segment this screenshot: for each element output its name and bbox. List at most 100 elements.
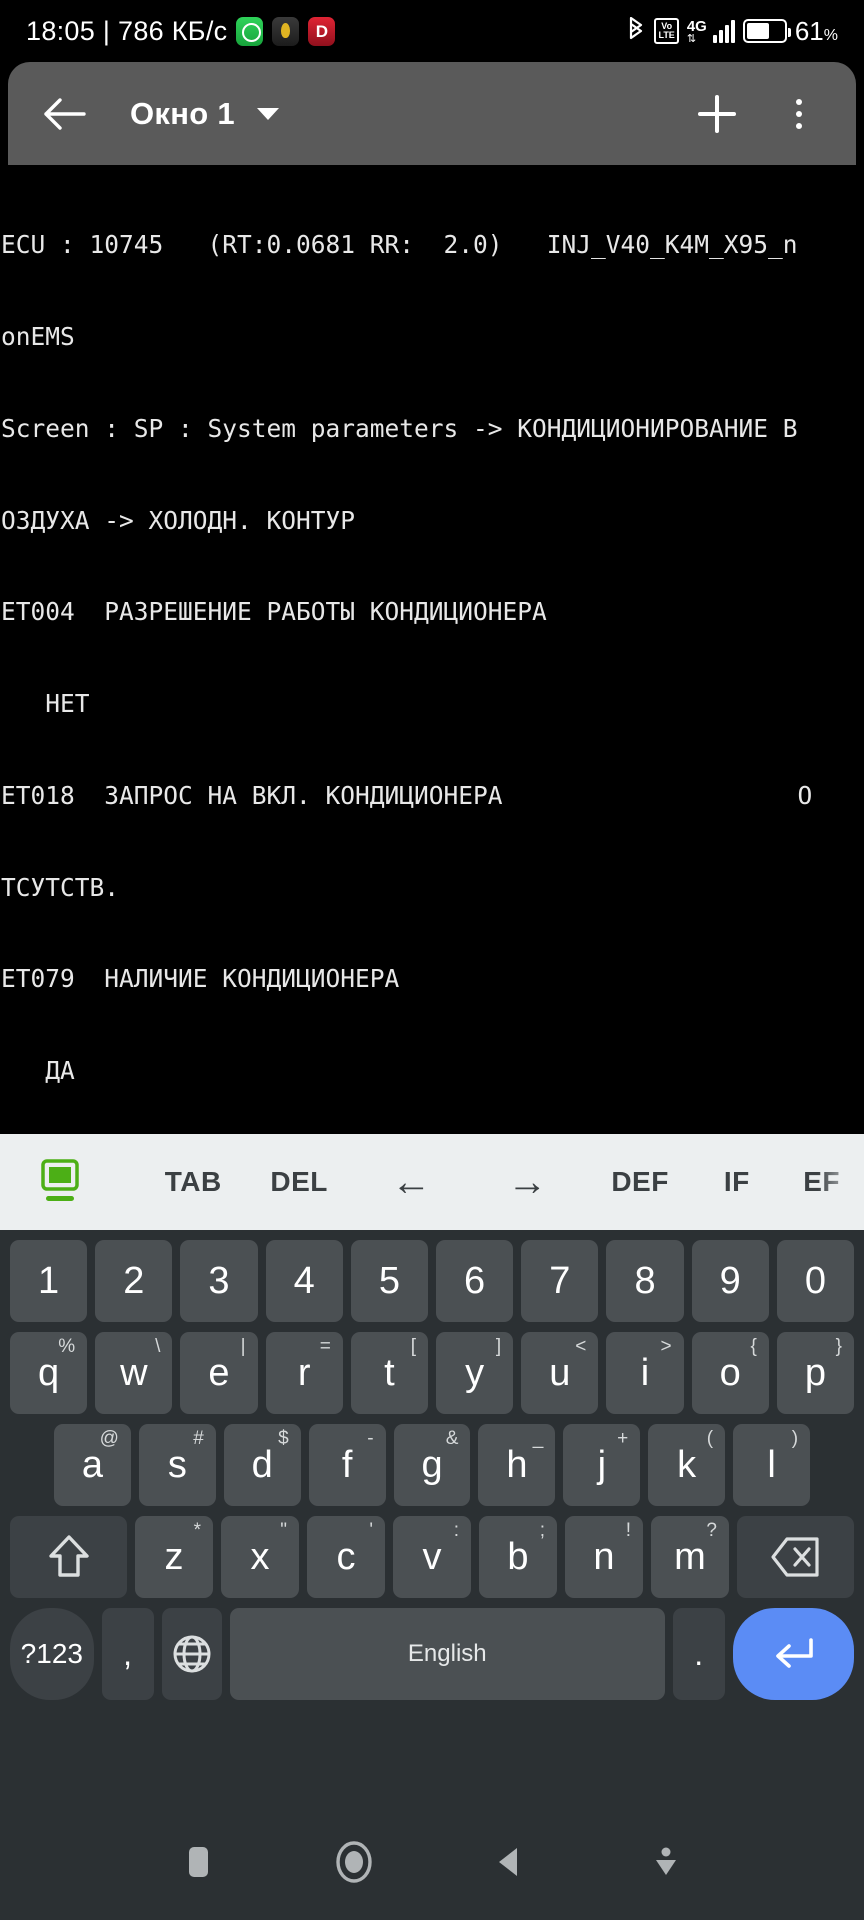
key-o[interactable]: {o xyxy=(691,1332,769,1414)
key-l[interactable]: ) l xyxy=(733,1424,811,1506)
terminal-line: Screen : SP : System parameters -> КОНДИ… xyxy=(1,413,798,443)
signal-bars-icon xyxy=(712,19,735,43)
home-circle-icon[interactable] xyxy=(322,1830,386,1894)
chevron-down-icon[interactable] xyxy=(256,107,279,120)
red-d-app-icon: D xyxy=(308,16,336,46)
bluetooth-icon xyxy=(626,17,646,45)
hide-keyboard-chevron-icon[interactable] xyxy=(634,1830,698,1894)
globe-icon[interactable] xyxy=(161,1608,222,1700)
key-d[interactable]: $ d xyxy=(223,1424,301,1506)
plus-icon[interactable] xyxy=(690,87,744,141)
battery-icon xyxy=(742,19,791,43)
key-4[interactable]: 4 xyxy=(265,1240,343,1322)
key-period[interactable]: . xyxy=(672,1608,725,1700)
key-j-label: j xyxy=(597,1443,607,1486)
key-h[interactable]: _ h xyxy=(478,1424,556,1506)
back-triangle-icon[interactable] xyxy=(478,1830,542,1894)
volte-icon: Vo LTE xyxy=(654,18,679,44)
key-u[interactable]: < u xyxy=(521,1332,599,1414)
key-m[interactable]: ? m xyxy=(651,1516,729,1598)
key-1[interactable]: 1 xyxy=(9,1240,88,1322)
key-n-label: n xyxy=(593,1535,615,1578)
symbols-key[interactable]: ?123 xyxy=(10,1608,94,1700)
key-k[interactable]: (k xyxy=(648,1424,726,1506)
key-t[interactable]: [t xyxy=(350,1332,428,1414)
key-3[interactable]: 3 xyxy=(180,1240,258,1322)
key-p[interactable]: } p xyxy=(776,1332,855,1414)
status-bar-left: 18:05 | 786 КБ/с D xyxy=(26,16,336,47)
key-w[interactable]: \ w xyxy=(95,1332,173,1414)
key-n[interactable]: ! n xyxy=(565,1516,643,1598)
key-e[interactable]: | e xyxy=(180,1332,258,1414)
space-key[interactable]: English xyxy=(229,1608,665,1700)
key-q-label: q xyxy=(38,1351,60,1394)
key-2[interactable]: 2 xyxy=(95,1240,173,1322)
key-a[interactable]: @ a xyxy=(54,1424,131,1506)
terminal-line: ET018 ЗАПРОС НА ВКЛ. КОНДИЦИОНЕРА О xyxy=(1,780,813,810)
key-s-label: s xyxy=(167,1443,187,1486)
toolbar-key-right-arrow[interactable]: → xyxy=(470,1134,586,1230)
toolbar-key-left-arrow[interactable]: ← xyxy=(354,1134,470,1230)
key-s[interactable]: # s xyxy=(138,1424,216,1506)
toolbar-key-def[interactable]: DEF xyxy=(586,1134,695,1230)
key-b-label: b xyxy=(507,1535,529,1578)
backspace-icon[interactable] xyxy=(737,1516,854,1598)
key-n-alt: ! xyxy=(625,1520,631,1541)
key-b[interactable]: ; b xyxy=(479,1516,557,1598)
toolbar-key-if[interactable]: IF xyxy=(694,1134,779,1230)
status-time: 18:05 | 786 КБ/с xyxy=(26,16,227,47)
key-q[interactable]: % q xyxy=(9,1332,88,1414)
key-v-alt: : xyxy=(453,1520,459,1541)
status-separator: | xyxy=(102,15,111,46)
key-h-label: h xyxy=(506,1443,528,1486)
toolbar-key-tab[interactable]: TAB xyxy=(142,1134,245,1230)
key-y[interactable]: ] y xyxy=(436,1332,514,1414)
key-z-label: z xyxy=(164,1535,184,1578)
terminal-output[interactable]: ECU : 10745 (RT:0.0681 RR: 2.0) INJ_V40_… xyxy=(0,165,864,1134)
key-7[interactable]: 7 xyxy=(521,1240,599,1322)
shift-icon[interactable] xyxy=(10,1516,127,1598)
key-t-label: t xyxy=(384,1351,395,1394)
keyboard-number-row: 1 2 3 4 5 6 7 8 9 0 xyxy=(6,1240,858,1322)
key-i[interactable]: > i xyxy=(606,1332,684,1414)
clock-text: 18:05 xyxy=(26,15,96,46)
key-5[interactable]: 5 xyxy=(350,1240,428,1322)
key-f[interactable]: -f xyxy=(308,1424,386,1506)
toolbar-scroll-fade xyxy=(818,1134,864,1230)
android-navigation-bar xyxy=(0,1804,864,1920)
key-z[interactable]: * z xyxy=(135,1516,213,1598)
terminal-line: ОЗДУХА -> ХОЛОДН. КОНТУР xyxy=(1,505,356,535)
key-j[interactable]: + j xyxy=(563,1424,641,1506)
on-screen-keyboard: TAB DEL ← → DEF IF EF 1 2 3 4 5 6 7 8 9 … xyxy=(0,1134,864,1804)
key-j-alt: + xyxy=(617,1428,629,1449)
key-c-label: c xyxy=(336,1535,356,1578)
back-arrow-icon[interactable] xyxy=(38,88,90,140)
enter-icon[interactable] xyxy=(732,1608,854,1700)
key-r[interactable]: = r xyxy=(265,1332,343,1414)
key-v[interactable]: :v xyxy=(393,1516,471,1598)
key-8[interactable]: 8 xyxy=(606,1240,684,1322)
window-title[interactable]: Окно 1 xyxy=(130,96,235,132)
key-e-alt: | xyxy=(240,1336,246,1357)
key-z-alt: * xyxy=(193,1520,201,1541)
key-c[interactable]: ' c xyxy=(307,1516,385,1598)
key-d-alt: $ xyxy=(278,1428,289,1449)
key-x-alt: " xyxy=(280,1520,287,1541)
key-r-label: r xyxy=(297,1351,311,1394)
keyboard-rows: 1 2 3 4 5 6 7 8 9 0 % q \ w | e = r [t ] y < u… xyxy=(0,1230,864,1700)
key-t-alt: [ xyxy=(410,1336,416,1357)
key-9[interactable]: 9 xyxy=(691,1240,769,1322)
key-comma[interactable]: , xyxy=(101,1608,154,1700)
more-vertical-icon[interactable] xyxy=(772,87,826,141)
toolbar-key-del[interactable]: DEL xyxy=(245,1134,354,1230)
key-6[interactable]: 6 xyxy=(436,1240,514,1322)
key-v-label: v xyxy=(422,1535,442,1578)
app-bar: Окно 1 xyxy=(8,62,856,165)
keyboard-toolbar[interactable]: TAB DEL ← → DEF IF EF xyxy=(0,1134,864,1230)
terminal-monitor-icon[interactable] xyxy=(34,1134,86,1230)
recents-square-icon[interactable] xyxy=(166,1830,230,1894)
key-0[interactable]: 0 xyxy=(776,1240,855,1322)
key-m-label: m xyxy=(674,1535,706,1578)
key-g[interactable]: & g xyxy=(393,1424,471,1506)
key-x[interactable]: " x xyxy=(221,1516,299,1598)
